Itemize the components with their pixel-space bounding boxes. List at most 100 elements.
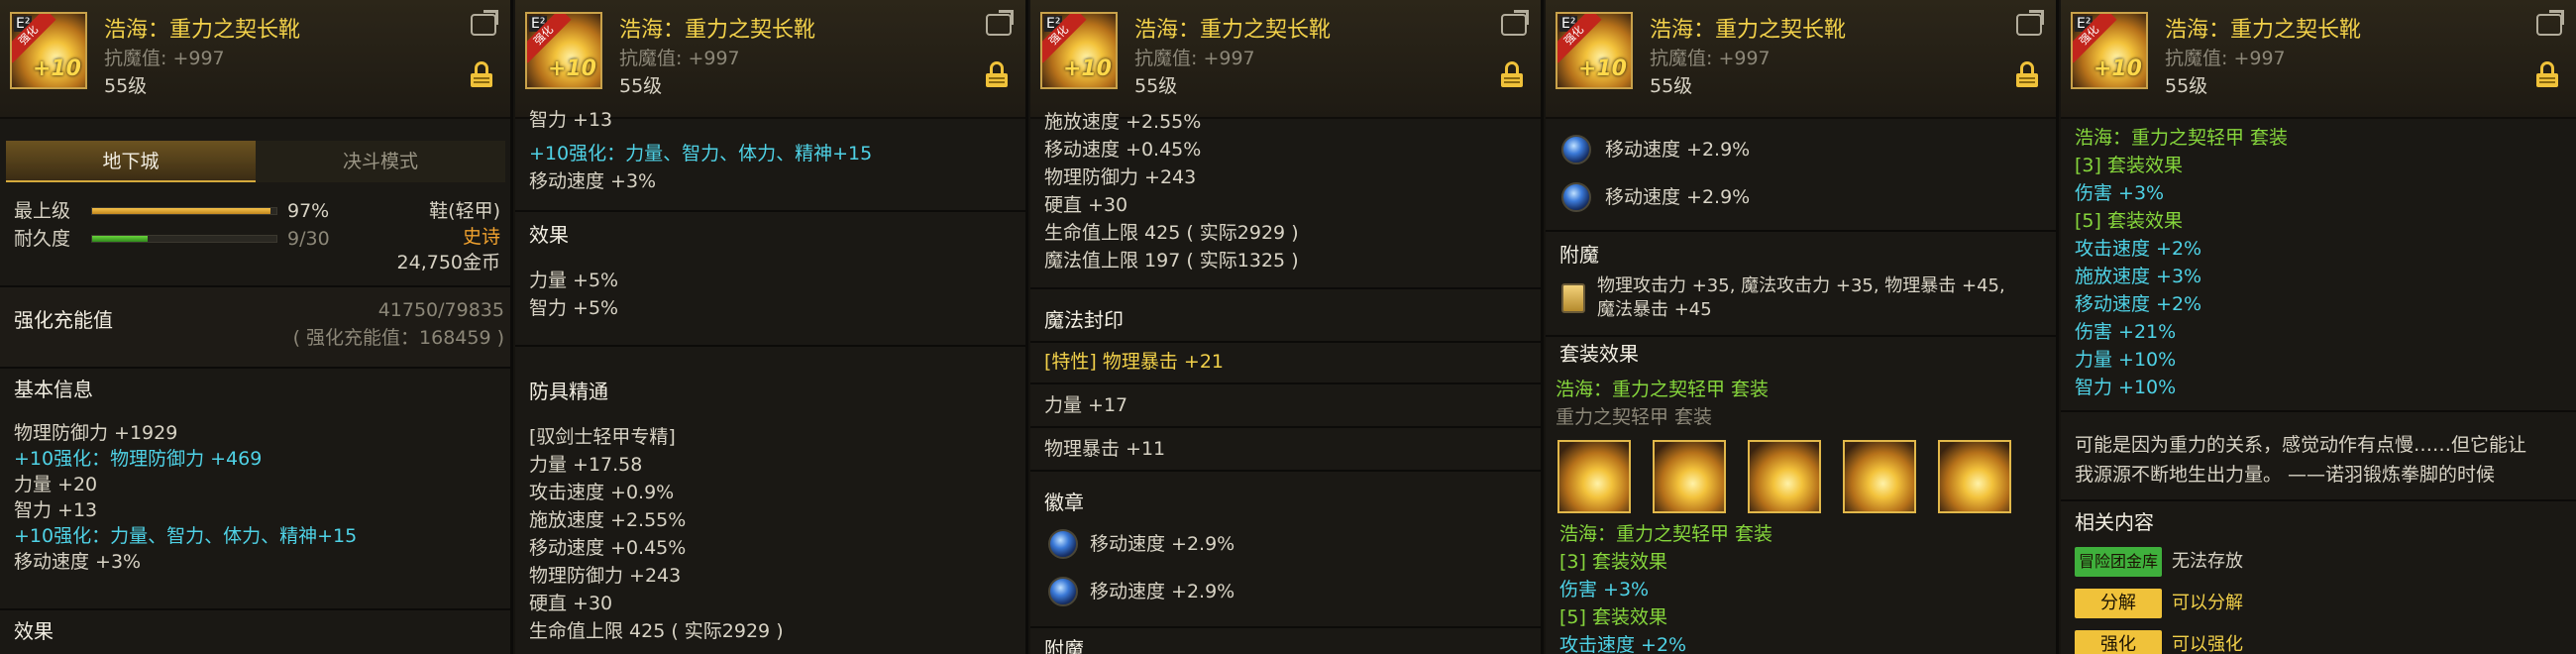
item-resist: 抗魔值: +997 [619, 48, 740, 69]
seal-line: 力量 +17 [1044, 394, 1128, 416]
max-bar [91, 207, 277, 215]
charge-label: 强化充能值 [14, 308, 113, 332]
related-title: 相关内容 [2075, 510, 2154, 534]
share-icon[interactable] [2016, 14, 2042, 36]
tab-duel[interactable]: 决斗模式 [256, 141, 505, 182]
set-name: 浩海：重力之契轻甲 套装 [2075, 127, 2289, 149]
mastery-line: 移动速度 +0.45% [1044, 139, 1202, 161]
mastery-line: 物理防御力 +243 [529, 565, 682, 587]
durability-label: 耐久度 [14, 228, 71, 250]
enchant-line: 魔法暴击 +45 [1597, 299, 1712, 320]
set-items [1557, 440, 2043, 513]
effect-line: 智力 +5% [529, 297, 619, 319]
set-line: 施放速度 +3% [2075, 266, 2202, 287]
mastery-line: 力量 +17.58 [529, 454, 643, 476]
share-icon[interactable] [2536, 14, 2562, 36]
partial-line: 智力 +13 [529, 109, 613, 131]
set-item-icon[interactable] [1748, 440, 1821, 513]
mastery-line: 物理防御力 +243 [1044, 166, 1197, 188]
related-text: 无法存放 [2172, 551, 2243, 572]
set-title: 套装效果 [1559, 342, 1639, 366]
item-level: 55级 [2165, 75, 2208, 97]
item-name: 浩海：重力之契长靴 [104, 18, 301, 43]
seal-line: [特性] 物理暴击 +21 [1044, 351, 1225, 373]
set-item-icon[interactable] [1938, 440, 2011, 513]
item-icon: E² 强化 +10 [1040, 12, 1118, 89]
reinforce-button[interactable]: 强化 [2075, 630, 2162, 654]
set-line: 攻击速度 +2% [2075, 238, 2202, 260]
effect-title: 效果 [529, 223, 569, 247]
item-resist: 抗魔值: +997 [2165, 48, 2286, 69]
emblem-title: 徽章 [1044, 490, 1084, 514]
share-icon[interactable] [986, 14, 1012, 36]
lock-icon[interactable] [1501, 61, 1523, 87]
basic-line: 移动速度 +3% [529, 170, 657, 192]
set-subname: 重力之契轻甲 套装 [1556, 406, 1713, 428]
item-header: E² 强化 +10 浩海：重力之契长靴 抗魔值: +997 55级 [515, 0, 1025, 119]
enchant-line: 物理攻击力 +35, 魔法攻击力 +35, 物理暴击 +45, [1597, 275, 2005, 296]
lock-icon[interactable] [471, 61, 492, 87]
item-icon: E² 强化 +10 [2071, 12, 2148, 89]
set-line: 攻击速度 +2% [1559, 634, 1687, 654]
mastery-line: 硬直 +30 [1044, 194, 1128, 216]
charge-sub: ( 强化充能值：168459 ) [292, 327, 504, 349]
mastery-line: 施放速度 +2.55% [1044, 111, 1202, 133]
basic-line: 力量 +20 [14, 474, 98, 495]
emblem-icon [1561, 135, 1591, 164]
max-label: 最上级 [14, 200, 71, 222]
enchant-card-icon [1561, 283, 1585, 313]
emblem-line: 移动速度 +2.9% [1090, 581, 1235, 602]
basic-info-title: 基本信息 [14, 378, 93, 401]
emblem-icon [1048, 577, 1078, 606]
adventure-vault-button[interactable]: 冒险团金库 [2075, 547, 2162, 577]
set-name: 浩海：重力之契轻甲 套装 [1559, 523, 1773, 545]
tooltip-panel-4: E² 强化 +10 浩海：重力之契长靴 抗魔值: +997 55级 移动速度 +2.… [1546, 0, 2059, 654]
item-resist: 抗魔值: +997 [1650, 48, 1771, 69]
mastery-title: 防具精通 [529, 380, 608, 403]
set-item-icon[interactable] [1557, 440, 1631, 513]
related-text: 可以分解 [2172, 593, 2243, 613]
lock-icon[interactable] [2016, 61, 2038, 87]
seal-title: 魔法封印 [1044, 308, 1124, 332]
disassemble-button[interactable]: 分解 [2075, 589, 2162, 618]
item-name: 浩海：重力之契长靴 [2165, 18, 2362, 43]
basic-line: +10强化：力量、智力、体力、精神+15 [529, 143, 873, 164]
basic-line: 智力 +13 [14, 499, 98, 521]
set-line: [5] 套装效果 [1559, 606, 1667, 628]
mode-tabs: 地下城 决斗模式 [6, 141, 505, 182]
set-line: [5] 套装效果 [2075, 210, 2183, 232]
basic-line: +10强化：力量、智力、体力、精神+15 [14, 525, 358, 547]
item-rarity: 史诗 [462, 226, 500, 248]
lock-icon[interactable] [2536, 61, 2558, 87]
seal-line: 物理暴击 +11 [1044, 438, 1166, 460]
lock-icon[interactable] [986, 61, 1008, 87]
set-item-icon[interactable] [1653, 440, 1726, 513]
set-line: [3] 套装效果 [1559, 551, 1667, 573]
item-price: 24,750金币 [396, 252, 500, 273]
charge-value: 41750/79835 [377, 299, 504, 321]
tooltip-panel-2: E² 强化 +10 浩海：重力之契长靴 抗魔值: +997 55级 智力 +13 +… [515, 0, 1028, 654]
set-line: 力量 +10% [2075, 349, 2177, 371]
enchant-title: 附魔 [1559, 243, 1599, 267]
tooltip-panel-1: E² 强化 +10 浩海：重力之契长靴 抗魔值: +997 55级 地下城 决斗模式… [0, 0, 513, 654]
mastery-line: 生命值上限 425 ( 实际2929 ) [1044, 222, 1299, 244]
item-name: 浩海：重力之契长靴 [1134, 18, 1332, 43]
set-line: 移动速度 +2% [2075, 293, 2202, 315]
flavor-text: 可能是因为重力的关系，感觉动作有点慢……但它能让 [2075, 434, 2527, 456]
emblem-line: 移动速度 +2.9% [1605, 186, 1751, 208]
share-icon[interactable] [471, 14, 496, 36]
set-line: [3] 套装效果 [2075, 155, 2183, 176]
share-icon[interactable] [1501, 14, 1527, 36]
related-text: 可以强化 [2172, 634, 2243, 654]
max-pct: 97% [287, 200, 330, 222]
tab-dungeon[interactable]: 地下城 [6, 141, 256, 182]
flavor-text: 我源源不断地生出力量。 ——诺羽锻炼拳脚的时候 [2075, 464, 2496, 486]
mastery-line: [驭剑士轻甲专精] [529, 426, 676, 448]
mastery-line: 攻击速度 +0.9% [529, 482, 675, 503]
item-level: 55级 [104, 75, 148, 97]
item-header: E² 强化 +10 浩海：重力之契长靴 抗魔值: +997 55级 [2061, 0, 2576, 119]
item-level: 55级 [1134, 75, 1178, 97]
item-type: 鞋(轻甲) [429, 200, 500, 222]
effect-title: 效果 [14, 619, 54, 643]
set-item-icon[interactable] [1843, 440, 1916, 513]
